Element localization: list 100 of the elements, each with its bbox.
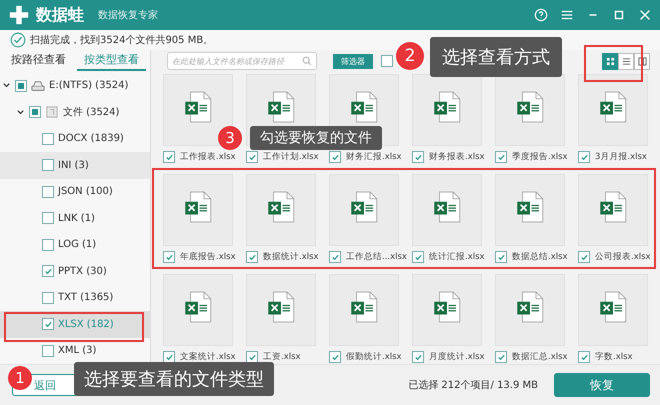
file-thumbnail[interactable] xyxy=(412,174,482,246)
spreadsheet-icon xyxy=(598,90,628,124)
help-icon[interactable] xyxy=(534,8,548,22)
checkbox[interactable] xyxy=(42,318,54,330)
checkbox[interactable] xyxy=(163,351,175,363)
spreadsheet-icon xyxy=(515,290,545,324)
checkbox[interactable] xyxy=(329,251,341,263)
checkbox[interactable] xyxy=(578,151,590,163)
callout-tooltip: 选择查看方式 xyxy=(430,37,562,77)
file-thumbnail[interactable] xyxy=(412,274,482,346)
recover-button[interactable]: 恢复 xyxy=(554,373,650,397)
file-thumbnail[interactable] xyxy=(246,174,316,246)
filter-button[interactable]: 筛选器 xyxy=(333,54,373,68)
checkbox[interactable] xyxy=(578,251,590,263)
file-type-item[interactable]: JSON (100) xyxy=(0,178,150,205)
file-thumbnail[interactable] xyxy=(495,274,565,346)
drive-label[interactable]: E:(NTFS) (3524) xyxy=(49,80,128,92)
file-thumbnail[interactable] xyxy=(329,174,399,246)
file-type-label: XML (3) xyxy=(58,345,96,356)
spreadsheet-icon xyxy=(266,90,296,124)
file-type-item[interactable]: PPTX (30) xyxy=(0,258,150,284)
checkbox[interactable] xyxy=(29,106,41,118)
list-view-button[interactable] xyxy=(618,52,634,70)
logo-icon xyxy=(8,4,30,26)
callout-tooltip: 选择要查看的文件类型 xyxy=(74,362,274,396)
selection-summary: 已选择 212个项目/ 13.9 MB xyxy=(408,378,538,392)
checkbox[interactable] xyxy=(412,151,424,163)
checkbox[interactable] xyxy=(42,265,54,278)
checkbox[interactable] xyxy=(246,351,258,363)
app-subtitle: 数据恢复专家 xyxy=(98,8,158,22)
checkbox[interactable] xyxy=(163,151,175,163)
file-thumbnail[interactable] xyxy=(578,274,648,346)
checkbox[interactable] xyxy=(42,212,54,224)
file-type-item[interactable]: LNK (1) xyxy=(0,205,150,232)
file-thumbnail[interactable] xyxy=(163,74,233,146)
checkbox[interactable] xyxy=(246,151,258,163)
view-tab[interactable]: 按路径查看 xyxy=(4,50,73,70)
checkbox[interactable] xyxy=(163,251,175,263)
file-thumbnail[interactable] xyxy=(495,74,565,146)
checkbox[interactable] xyxy=(495,151,507,163)
checkbox[interactable] xyxy=(246,251,258,263)
checkbox[interactable] xyxy=(412,351,424,363)
maximize-icon[interactable] xyxy=(612,8,626,22)
file-name: 工作总结...xlsx xyxy=(346,251,407,263)
file-name: 3月月报.xlsx xyxy=(595,151,647,163)
checkbox[interactable] xyxy=(42,132,54,145)
file-thumbnail[interactable] xyxy=(163,274,233,346)
file-name: 工作报表.xlsx xyxy=(180,151,236,163)
file-type-item[interactable]: XML (3) xyxy=(0,338,150,364)
file-thumbnail[interactable] xyxy=(495,174,565,246)
checkbox[interactable] xyxy=(15,80,27,92)
spreadsheet-icon xyxy=(349,190,379,224)
grid-view-button[interactable] xyxy=(602,52,618,70)
chevron-icon[interactable] xyxy=(16,108,25,117)
file-type-label: XLSX (182) xyxy=(58,318,114,330)
checkbox[interactable] xyxy=(42,186,54,198)
file-thumbnail[interactable] xyxy=(412,74,482,146)
checkbox[interactable] xyxy=(495,351,507,363)
checkbox[interactable] xyxy=(412,251,424,263)
file-thumbnail[interactable] xyxy=(329,274,399,346)
file-name: 财务报表.xlsx xyxy=(429,151,485,163)
view-tab[interactable]: 按类型查看 xyxy=(77,50,146,70)
file-type-item[interactable]: INI (3) xyxy=(0,152,150,178)
search-field[interactable]: 在此处输入文件名称或保存路径 xyxy=(167,52,317,70)
file-type-label: LOG (1) xyxy=(58,239,96,250)
spreadsheet-icon xyxy=(183,190,213,224)
file-type-label: LNK (1) xyxy=(58,212,95,224)
file-name: 数据统计.xlsx xyxy=(263,251,319,263)
search-icon[interactable] xyxy=(302,56,312,66)
checkbox[interactable] xyxy=(42,238,54,251)
spreadsheet-icon xyxy=(349,290,379,324)
file-thumbnail[interactable] xyxy=(578,74,648,146)
file-type-item[interactable]: LOG (1) xyxy=(0,232,150,258)
file-type-item[interactable]: TXT (1365) xyxy=(0,284,150,311)
spreadsheet-icon xyxy=(266,190,296,224)
checkbox[interactable] xyxy=(42,159,54,172)
file-type-item[interactable]: DOCX (1839) xyxy=(0,126,150,152)
checkbox[interactable] xyxy=(42,344,54,357)
checkbox[interactable] xyxy=(329,351,341,363)
close-icon[interactable] xyxy=(638,8,652,22)
drive-icon xyxy=(31,80,45,92)
spreadsheet-icon xyxy=(515,190,545,224)
file-type-label: PPTX (30) xyxy=(58,266,107,277)
checkbox[interactable] xyxy=(495,251,507,263)
spreadsheet-icon xyxy=(432,290,462,324)
file-thumbnail[interactable] xyxy=(578,174,648,246)
folder-label[interactable]: 文件 (3524) xyxy=(63,105,120,120)
spreadsheet-icon xyxy=(183,290,213,324)
file-name: 字数.xlsx xyxy=(595,351,633,363)
checkbox[interactable] xyxy=(578,351,590,363)
checkbox[interactable] xyxy=(329,151,341,163)
spreadsheet-icon xyxy=(349,90,379,124)
file-thumbnail[interactable] xyxy=(163,174,233,246)
menu-icon[interactable] xyxy=(560,8,574,22)
file-name: 数据总结.xlsx xyxy=(512,251,568,263)
checkbox[interactable] xyxy=(42,292,54,304)
file-name: 统计汇报.xlsx xyxy=(429,251,485,263)
file-thumbnail[interactable] xyxy=(246,274,316,346)
file-name: 年底报告.xlsx xyxy=(180,251,236,263)
checkbox[interactable] xyxy=(381,55,393,67)
